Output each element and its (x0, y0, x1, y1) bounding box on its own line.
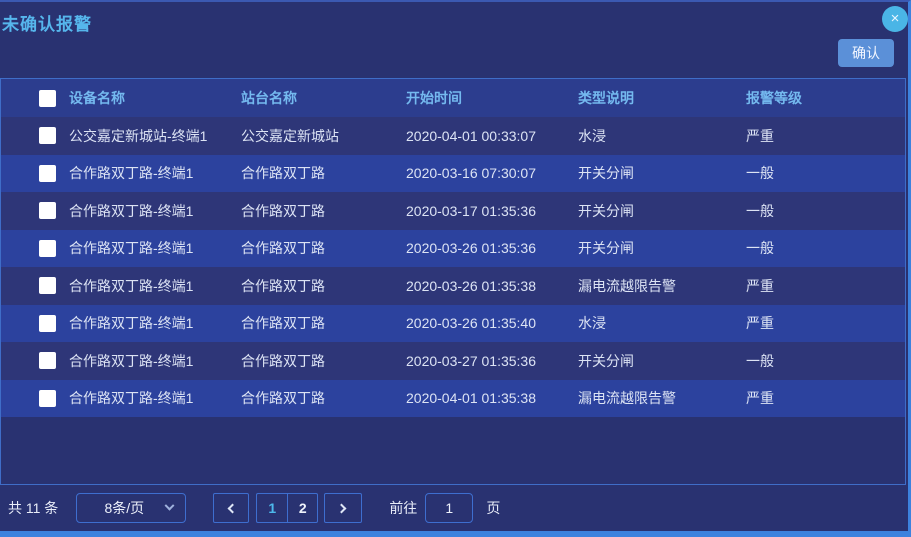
cell-level: 一般 (746, 163, 905, 183)
cell-start-time: 2020-03-17 01:35:36 (406, 203, 578, 219)
row-checkbox-cell (1, 390, 69, 407)
goto-page-input[interactable] (425, 493, 473, 523)
next-page-button[interactable] (324, 493, 362, 523)
cell-level: 严重 (746, 388, 905, 408)
page-size-value: 8条/页 (104, 498, 144, 518)
row-checkbox[interactable] (39, 165, 56, 182)
cell-type: 漏电流越限告警 (578, 388, 746, 408)
cell-type: 漏电流越限告警 (578, 276, 746, 296)
cell-start-time: 2020-04-01 00:33:07 (406, 128, 578, 144)
total-count: 共 11 条 (8, 498, 58, 518)
cell-level: 严重 (746, 313, 905, 333)
row-checkbox-cell (1, 165, 69, 182)
select-all-checkbox[interactable] (39, 90, 56, 107)
cell-level: 一般 (746, 238, 905, 258)
chevron-left-icon (228, 503, 238, 513)
row-checkbox-cell (1, 315, 69, 332)
table-body: 公交嘉定新城站-终端1公交嘉定新城站2020-04-01 00:33:07水浸严… (1, 117, 905, 417)
cell-level: 严重 (746, 276, 905, 296)
column-header-start-time: 开始时间 (406, 88, 578, 108)
table-row: 公交嘉定新城站-终端1公交嘉定新城站2020-04-01 00:33:07水浸严… (1, 117, 905, 155)
column-header-type: 类型说明 (578, 88, 746, 108)
cell-device: 合作路双丁路-终端1 (69, 238, 241, 258)
cell-station: 公交嘉定新城站 (241, 126, 406, 146)
cell-start-time: 2020-03-26 01:35:40 (406, 315, 578, 331)
cell-start-time: 2020-03-16 07:30:07 (406, 165, 578, 181)
cell-level: 一般 (746, 201, 905, 221)
cell-start-time: 2020-04-01 01:35:38 (406, 390, 578, 406)
cell-device: 合作路双丁路-终端1 (69, 163, 241, 183)
cell-device: 合作路双丁路-终端1 (69, 201, 241, 221)
table-row: 合作路双丁路-终端1合作路双丁路2020-03-26 01:35:38漏电流越限… (1, 267, 905, 305)
cell-station: 合作路双丁路 (241, 351, 406, 371)
table-row: 合作路双丁路-终端1合作路双丁路2020-04-01 01:35:38漏电流越限… (1, 380, 905, 418)
row-checkbox-cell (1, 127, 69, 144)
cell-station: 合作路双丁路 (241, 238, 406, 258)
goto-suffix: 页 (486, 498, 500, 518)
cell-device: 公交嘉定新城站-终端1 (69, 126, 241, 146)
cell-type: 水浸 (578, 313, 746, 333)
column-header-station: 站台名称 (241, 88, 406, 108)
cell-level: 严重 (746, 126, 905, 146)
row-checkbox[interactable] (39, 202, 56, 219)
table-row: 合作路双丁路-终端1合作路双丁路2020-03-26 01:35:36开关分闸一… (1, 230, 905, 268)
cell-station: 合作路双丁路 (241, 276, 406, 296)
cell-station: 合作路双丁路 (241, 163, 406, 183)
confirm-button[interactable]: 确认 (838, 39, 894, 67)
chevron-right-icon (337, 503, 347, 513)
cell-station: 合作路双丁路 (241, 388, 406, 408)
cell-device: 合作路双丁路-终端1 (69, 388, 241, 408)
select-all-cell (1, 90, 69, 107)
row-checkbox[interactable] (39, 315, 56, 332)
cell-type: 开关分闸 (578, 238, 746, 258)
page-1-button[interactable]: 1 (256, 493, 287, 523)
table-row: 合作路双丁路-终端1合作路双丁路2020-03-16 07:30:07开关分闸一… (1, 155, 905, 193)
page-2-button[interactable]: 2 (287, 493, 318, 523)
table-row: 合作路双丁路-终端1合作路双丁路2020-03-17 01:35:36开关分闸一… (1, 192, 905, 230)
cell-type: 开关分闸 (578, 351, 746, 371)
row-checkbox[interactable] (39, 240, 56, 257)
row-checkbox-cell (1, 202, 69, 219)
column-header-level: 报警等级 (746, 88, 905, 108)
column-header-device: 设备名称 (69, 88, 241, 108)
cell-station: 合作路双丁路 (241, 201, 406, 221)
row-checkbox-cell (1, 352, 69, 369)
row-checkbox[interactable] (39, 352, 56, 369)
cell-start-time: 2020-03-26 01:35:38 (406, 278, 578, 294)
cell-start-time: 2020-03-27 01:35:36 (406, 353, 578, 369)
cell-type: 开关分闸 (578, 201, 746, 221)
page-size-select[interactable]: 8条/页 (76, 493, 186, 523)
table-row: 合作路双丁路-终端1合作路双丁路2020-03-26 01:35:40水浸严重 (1, 305, 905, 343)
alarm-table: 设备名称 站台名称 开始时间 类型说明 报警等级 公交嘉定新城站-终端1公交嘉定… (0, 78, 906, 485)
row-checkbox[interactable] (39, 127, 56, 144)
cell-station: 合作路双丁路 (241, 313, 406, 333)
row-checkbox[interactable] (39, 277, 56, 294)
row-checkbox-cell (1, 277, 69, 294)
close-button[interactable]: × (882, 6, 908, 32)
table-header-row: 设备名称 站台名称 开始时间 类型说明 报警等级 (1, 79, 905, 117)
chevron-down-icon (165, 501, 175, 511)
close-icon: × (891, 6, 900, 32)
table-row: 合作路双丁路-终端1合作路双丁路2020-03-27 01:35:36开关分闸一… (1, 342, 905, 380)
cell-device: 合作路双丁路-终端1 (69, 276, 241, 296)
cell-device: 合作路双丁路-终端1 (69, 351, 241, 371)
pagination-bar: 共 11 条 8条/页 1 2 前往 页 (0, 485, 908, 531)
row-checkbox[interactable] (39, 390, 56, 407)
cell-type: 水浸 (578, 126, 746, 146)
pager: 1 2 (213, 493, 362, 523)
unconfirmed-alarms-dialog: 未确认报警 × 确认 设备名称 站台名称 开始时间 类型说明 报警等级 公交嘉定… (0, 0, 911, 537)
page-number-group: 1 2 (256, 493, 318, 523)
dialog-titlebar: 未确认报警 × 确认 (0, 2, 908, 78)
goto-label: 前往 (389, 498, 417, 518)
cell-level: 一般 (746, 351, 905, 371)
row-checkbox-cell (1, 240, 69, 257)
prev-page-button[interactable] (213, 493, 249, 523)
cell-type: 开关分闸 (578, 163, 746, 183)
dialog-title: 未确认报警 (2, 10, 92, 35)
cell-device: 合作路双丁路-终端1 (69, 313, 241, 333)
table-empty-area (1, 417, 905, 484)
cell-start-time: 2020-03-26 01:35:36 (406, 240, 578, 256)
